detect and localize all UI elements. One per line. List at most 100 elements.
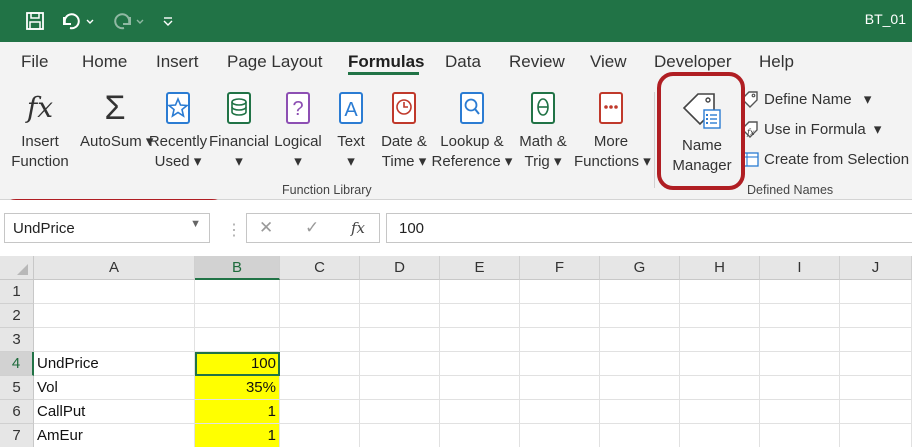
cell-f1[interactable] bbox=[520, 280, 600, 304]
cell-e6[interactable] bbox=[440, 400, 520, 424]
cell-b6[interactable]: 1 bbox=[195, 400, 280, 424]
cell-a6[interactable]: CallPut bbox=[34, 400, 195, 424]
recently-used-button[interactable]: Recently Used ▾ bbox=[148, 90, 208, 172]
lookup-reference-button[interactable]: Lookup & Reference ▾ bbox=[430, 90, 514, 172]
cell-d4[interactable] bbox=[360, 352, 440, 376]
row-header[interactable]: 1 bbox=[0, 280, 34, 304]
row-header[interactable]: 5 bbox=[0, 376, 34, 400]
use-in-formula-button[interactable]: fx Use in Formula ▾ bbox=[740, 120, 881, 138]
cell-h7[interactable] bbox=[680, 424, 760, 447]
more-functions-button[interactable]: More Functions ▾ bbox=[574, 90, 651, 172]
cell-b4[interactable]: 100 bbox=[195, 352, 280, 376]
cell-c1[interactable] bbox=[280, 280, 360, 304]
cell-i1[interactable] bbox=[760, 280, 840, 304]
cell-g2[interactable] bbox=[600, 304, 680, 328]
cell-e7[interactable] bbox=[440, 424, 520, 447]
cell-j2[interactable] bbox=[840, 304, 912, 328]
cell-h1[interactable] bbox=[680, 280, 760, 304]
column-header-g[interactable]: G bbox=[600, 256, 680, 280]
cell-f4[interactable] bbox=[520, 352, 600, 376]
cell-j3[interactable] bbox=[840, 328, 912, 352]
column-header-f[interactable]: F bbox=[520, 256, 600, 280]
cell-c5[interactable] bbox=[280, 376, 360, 400]
formula-bar-grip-icon[interactable]: ⋮ bbox=[226, 220, 242, 240]
cell-d2[interactable] bbox=[360, 304, 440, 328]
cell-d1[interactable] bbox=[360, 280, 440, 304]
column-header-a[interactable]: A bbox=[34, 256, 195, 280]
column-header-c[interactable]: C bbox=[280, 256, 360, 280]
cell-d3[interactable] bbox=[360, 328, 440, 352]
cell-j1[interactable] bbox=[840, 280, 912, 304]
cell-j5[interactable] bbox=[840, 376, 912, 400]
financial-button[interactable]: Financial ▾ bbox=[208, 90, 270, 172]
column-header-h[interactable]: H bbox=[680, 256, 760, 280]
cell-a5[interactable]: Vol bbox=[34, 376, 195, 400]
undo-icon[interactable] bbox=[58, 8, 98, 34]
cell-c7[interactable] bbox=[280, 424, 360, 447]
tab-developer[interactable]: Developer bbox=[654, 52, 732, 72]
cell-i2[interactable] bbox=[760, 304, 840, 328]
cell-h2[interactable] bbox=[680, 304, 760, 328]
cell-a2[interactable] bbox=[34, 304, 195, 328]
cell-g5[interactable] bbox=[600, 376, 680, 400]
cell-h5[interactable] bbox=[680, 376, 760, 400]
cell-c6[interactable] bbox=[280, 400, 360, 424]
cell-a3[interactable] bbox=[34, 328, 195, 352]
cell-i7[interactable] bbox=[760, 424, 840, 447]
cell-f7[interactable] bbox=[520, 424, 600, 447]
tab-review[interactable]: Review bbox=[509, 52, 565, 72]
column-header-j[interactable]: J bbox=[840, 256, 912, 280]
cell-j6[interactable] bbox=[840, 400, 912, 424]
cell-h4[interactable] bbox=[680, 352, 760, 376]
cell-g7[interactable] bbox=[600, 424, 680, 447]
cell-i4[interactable] bbox=[760, 352, 840, 376]
tab-page-layout[interactable]: Page Layout bbox=[227, 52, 322, 72]
insert-function-button[interactable]: fx Insert Function bbox=[8, 90, 72, 172]
create-from-selection-button[interactable]: Create from Selection bbox=[740, 150, 909, 168]
tab-file[interactable]: File bbox=[21, 52, 48, 72]
cell-h6[interactable] bbox=[680, 400, 760, 424]
cell-g3[interactable] bbox=[600, 328, 680, 352]
column-header-d[interactable]: D bbox=[360, 256, 440, 280]
column-header-i[interactable]: I bbox=[760, 256, 840, 280]
insert-function-icon[interactable]: fx bbox=[351, 219, 365, 237]
redo-icon[interactable] bbox=[108, 8, 148, 34]
enter-icon[interactable]: ✓ bbox=[305, 218, 319, 238]
cell-e2[interactable] bbox=[440, 304, 520, 328]
row-header[interactable]: 3 bbox=[0, 328, 34, 352]
cell-b5[interactable]: 35% bbox=[195, 376, 280, 400]
cell-g4[interactable] bbox=[600, 352, 680, 376]
cell-c2[interactable] bbox=[280, 304, 360, 328]
tab-insert[interactable]: Insert bbox=[156, 52, 199, 72]
row-header[interactable]: 7 bbox=[0, 424, 34, 447]
row-header[interactable]: 2 bbox=[0, 304, 34, 328]
cell-f6[interactable] bbox=[520, 400, 600, 424]
text-button[interactable]: A Text ▾ bbox=[330, 90, 372, 172]
tab-help[interactable]: Help bbox=[759, 52, 794, 72]
cell-c4[interactable] bbox=[280, 352, 360, 376]
cell-e4[interactable] bbox=[440, 352, 520, 376]
cell-d6[interactable] bbox=[360, 400, 440, 424]
tab-formulas[interactable]: Formulas bbox=[348, 52, 425, 72]
date-time-button[interactable]: Date & Time ▾ bbox=[374, 90, 434, 172]
cell-i5[interactable] bbox=[760, 376, 840, 400]
math-trig-button[interactable]: Math & Trig ▾ bbox=[512, 90, 574, 172]
cell-i6[interactable] bbox=[760, 400, 840, 424]
column-header-b[interactable]: B bbox=[195, 256, 280, 280]
row-header[interactable]: 6 bbox=[0, 400, 34, 424]
cell-d7[interactable] bbox=[360, 424, 440, 447]
name-box[interactable]: UndPrice ▼ bbox=[4, 213, 210, 243]
customize-toolbar-icon[interactable] bbox=[158, 8, 178, 34]
cell-b1[interactable] bbox=[195, 280, 280, 304]
tab-home[interactable]: Home bbox=[82, 52, 127, 72]
save-icon[interactable] bbox=[22, 8, 48, 34]
cell-f5[interactable] bbox=[520, 376, 600, 400]
cell-b2[interactable] bbox=[195, 304, 280, 328]
cell-b7[interactable]: 1 bbox=[195, 424, 280, 447]
logical-button[interactable]: ? Logical ▾ bbox=[272, 90, 324, 172]
cell-j4[interactable] bbox=[840, 352, 912, 376]
cell-h3[interactable] bbox=[680, 328, 760, 352]
cell-e5[interactable] bbox=[440, 376, 520, 400]
cell-a4[interactable]: UndPrice bbox=[34, 352, 195, 376]
cell-e3[interactable] bbox=[440, 328, 520, 352]
